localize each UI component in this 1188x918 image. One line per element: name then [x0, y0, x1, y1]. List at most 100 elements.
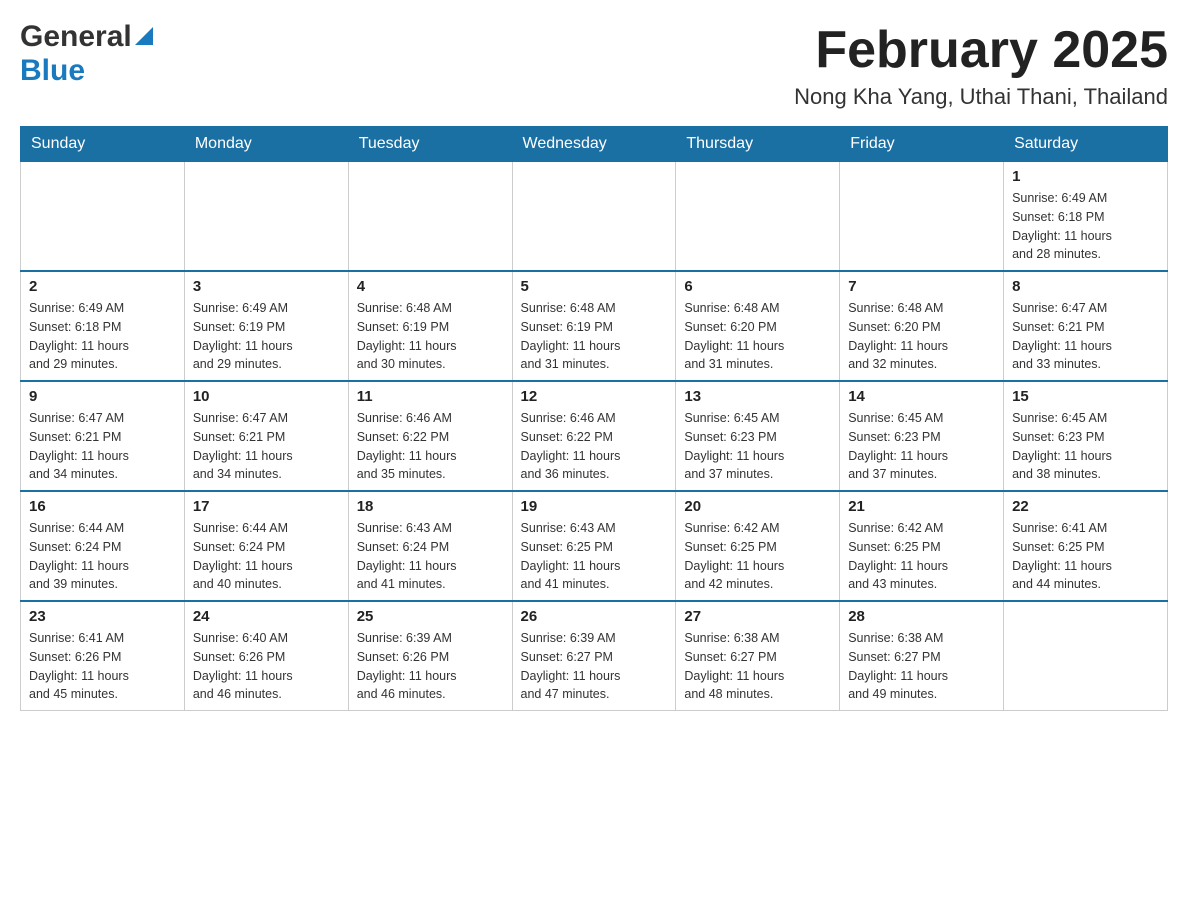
day-number: 15: [1012, 388, 1159, 405]
col-saturday: Saturday: [1004, 127, 1168, 162]
calendar-day-cell: [1004, 601, 1168, 711]
calendar-day-cell: 9 Sunrise: 6:47 AM Sunset: 6:21 PM Daylig…: [21, 381, 185, 491]
day-info: Sunrise: 6:44 AM Sunset: 6:24 PM Dayligh…: [193, 519, 340, 594]
logo: General Blue: [20, 20, 153, 88]
header: General Blue February 2025 Nong Kha Yang…: [20, 20, 1168, 110]
calendar-day-cell: 14 Sunrise: 6:45 AM Sunset: 6:23 PM Dayli…: [840, 381, 1004, 491]
day-number: 8: [1012, 278, 1159, 295]
day-info: Sunrise: 6:42 AM Sunset: 6:25 PM Dayligh…: [684, 519, 831, 594]
day-info: Sunrise: 6:47 AM Sunset: 6:21 PM Dayligh…: [1012, 299, 1159, 374]
calendar-day-cell: 24 Sunrise: 6:40 AM Sunset: 6:26 PM Dayli…: [184, 601, 348, 711]
calendar-day-cell: [21, 162, 185, 272]
day-number: 10: [193, 388, 340, 405]
day-info: Sunrise: 6:39 AM Sunset: 6:26 PM Dayligh…: [357, 629, 504, 704]
day-info: Sunrise: 6:49 AM Sunset: 6:18 PM Dayligh…: [29, 299, 176, 374]
calendar-day-cell: [840, 162, 1004, 272]
col-tuesday: Tuesday: [348, 127, 512, 162]
calendar-day-cell: 7 Sunrise: 6:48 AM Sunset: 6:20 PM Daylig…: [840, 271, 1004, 381]
day-info: Sunrise: 6:48 AM Sunset: 6:20 PM Dayligh…: [684, 299, 831, 374]
day-info: Sunrise: 6:46 AM Sunset: 6:22 PM Dayligh…: [521, 409, 668, 484]
logo-blue: Blue: [20, 54, 85, 87]
day-number: 11: [357, 388, 504, 405]
calendar-day-cell: 18 Sunrise: 6:43 AM Sunset: 6:24 PM Dayli…: [348, 491, 512, 601]
day-info: Sunrise: 6:43 AM Sunset: 6:25 PM Dayligh…: [521, 519, 668, 594]
day-number: 27: [684, 608, 831, 625]
day-number: 6: [684, 278, 831, 295]
calendar-day-cell: 5Sunrise: 6:48 AM Sunset: 6:19 PM Daylig…: [512, 271, 676, 381]
day-number: 19: [521, 498, 668, 515]
day-number: 22: [1012, 498, 1159, 515]
calendar-week-row: 1 Sunrise: 6:49 AM Sunset: 6:18 PM Daylig…: [21, 162, 1168, 272]
calendar-day-cell: 17 Sunrise: 6:44 AM Sunset: 6:24 PM Dayli…: [184, 491, 348, 601]
day-info: Sunrise: 6:45 AM Sunset: 6:23 PM Dayligh…: [1012, 409, 1159, 484]
day-info: Sunrise: 6:39 AM Sunset: 6:27 PM Dayligh…: [521, 629, 668, 704]
calendar-day-cell: 28 Sunrise: 6:38 AM Sunset: 6:27 PM Dayli…: [840, 601, 1004, 711]
day-number: 1: [1012, 168, 1159, 185]
calendar-day-cell: 13Sunrise: 6:45 AM Sunset: 6:23 PM Dayli…: [676, 381, 840, 491]
calendar-day-cell: 16 Sunrise: 6:44 AM Sunset: 6:24 PM Dayli…: [21, 491, 185, 601]
calendar-day-cell: 19 Sunrise: 6:43 AM Sunset: 6:25 PM Dayli…: [512, 491, 676, 601]
day-number: 12: [521, 388, 668, 405]
calendar-day-cell: 4Sunrise: 6:48 AM Sunset: 6:19 PM Daylig…: [348, 271, 512, 381]
day-number: 2: [29, 278, 176, 295]
calendar-day-cell: 2 Sunrise: 6:49 AM Sunset: 6:18 PM Daylig…: [21, 271, 185, 381]
day-info: Sunrise: 6:43 AM Sunset: 6:24 PM Dayligh…: [357, 519, 504, 594]
day-info: Sunrise: 6:49 AM Sunset: 6:19 PM Dayligh…: [193, 299, 340, 374]
day-number: 26: [521, 608, 668, 625]
day-number: 28: [848, 608, 995, 625]
calendar-week-row: 2 Sunrise: 6:49 AM Sunset: 6:18 PM Daylig…: [21, 271, 1168, 381]
col-monday: Monday: [184, 127, 348, 162]
calendar-day-cell: [348, 162, 512, 272]
calendar-day-cell: [676, 162, 840, 272]
calendar-day-cell: 26 Sunrise: 6:39 AM Sunset: 6:27 PM Dayli…: [512, 601, 676, 711]
day-number: 5: [521, 278, 668, 295]
calendar-header-row: Sunday Monday Tuesday Wednesday Thursday…: [21, 127, 1168, 162]
day-number: 4: [357, 278, 504, 295]
day-number: 18: [357, 498, 504, 515]
day-info: Sunrise: 6:41 AM Sunset: 6:25 PM Dayligh…: [1012, 519, 1159, 594]
day-info: Sunrise: 6:44 AM Sunset: 6:24 PM Dayligh…: [29, 519, 176, 594]
day-number: 24: [193, 608, 340, 625]
day-number: 7: [848, 278, 995, 295]
calendar-day-cell: 22 Sunrise: 6:41 AM Sunset: 6:25 PM Dayli…: [1004, 491, 1168, 601]
calendar-day-cell: 6 Sunrise: 6:48 AM Sunset: 6:20 PM Daylig…: [676, 271, 840, 381]
calendar-day-cell: 21Sunrise: 6:42 AM Sunset: 6:25 PM Dayli…: [840, 491, 1004, 601]
day-info: Sunrise: 6:38 AM Sunset: 6:27 PM Dayligh…: [848, 629, 995, 704]
calendar-day-cell: 25 Sunrise: 6:39 AM Sunset: 6:26 PM Dayli…: [348, 601, 512, 711]
calendar-week-row: 9 Sunrise: 6:47 AM Sunset: 6:21 PM Daylig…: [21, 381, 1168, 491]
day-info: Sunrise: 6:49 AM Sunset: 6:18 PM Dayligh…: [1012, 189, 1159, 264]
day-info: Sunrise: 6:46 AM Sunset: 6:22 PM Dayligh…: [357, 409, 504, 484]
calendar-day-cell: 20 Sunrise: 6:42 AM Sunset: 6:25 PM Dayli…: [676, 491, 840, 601]
logo-triangle-icon: [135, 27, 153, 45]
calendar-day-cell: 23Sunrise: 6:41 AM Sunset: 6:26 PM Dayli…: [21, 601, 185, 711]
day-number: 25: [357, 608, 504, 625]
calendar-day-cell: 3Sunrise: 6:49 AM Sunset: 6:19 PM Daylig…: [184, 271, 348, 381]
day-info: Sunrise: 6:45 AM Sunset: 6:23 PM Dayligh…: [684, 409, 831, 484]
calendar-day-cell: 12 Sunrise: 6:46 AM Sunset: 6:22 PM Dayli…: [512, 381, 676, 491]
calendar-day-cell: 10 Sunrise: 6:47 AM Sunset: 6:21 PM Dayli…: [184, 381, 348, 491]
day-number: 9: [29, 388, 176, 405]
day-number: 23: [29, 608, 176, 625]
col-wednesday: Wednesday: [512, 127, 676, 162]
location: Nong Kha Yang, Uthai Thani, Thailand: [794, 84, 1168, 110]
col-thursday: Thursday: [676, 127, 840, 162]
day-info: Sunrise: 6:40 AM Sunset: 6:26 PM Dayligh…: [193, 629, 340, 704]
day-info: Sunrise: 6:45 AM Sunset: 6:23 PM Dayligh…: [848, 409, 995, 484]
logo-general: General: [20, 20, 132, 54]
calendar-week-row: 23Sunrise: 6:41 AM Sunset: 6:26 PM Dayli…: [21, 601, 1168, 711]
col-sunday: Sunday: [21, 127, 185, 162]
day-info: Sunrise: 6:47 AM Sunset: 6:21 PM Dayligh…: [29, 409, 176, 484]
calendar-table: Sunday Monday Tuesday Wednesday Thursday…: [20, 126, 1168, 711]
day-info: Sunrise: 6:47 AM Sunset: 6:21 PM Dayligh…: [193, 409, 340, 484]
month-title: February 2025: [794, 20, 1168, 80]
calendar-day-cell: 1 Sunrise: 6:49 AM Sunset: 6:18 PM Daylig…: [1004, 162, 1168, 272]
page-container: General Blue February 2025 Nong Kha Yang…: [20, 20, 1168, 711]
day-number: 14: [848, 388, 995, 405]
calendar-day-cell: [184, 162, 348, 272]
col-friday: Friday: [840, 127, 1004, 162]
day-number: 16: [29, 498, 176, 515]
day-number: 17: [193, 498, 340, 515]
day-info: Sunrise: 6:48 AM Sunset: 6:20 PM Dayligh…: [848, 299, 995, 374]
calendar-day-cell: 8 Sunrise: 6:47 AM Sunset: 6:21 PM Daylig…: [1004, 271, 1168, 381]
day-number: 20: [684, 498, 831, 515]
